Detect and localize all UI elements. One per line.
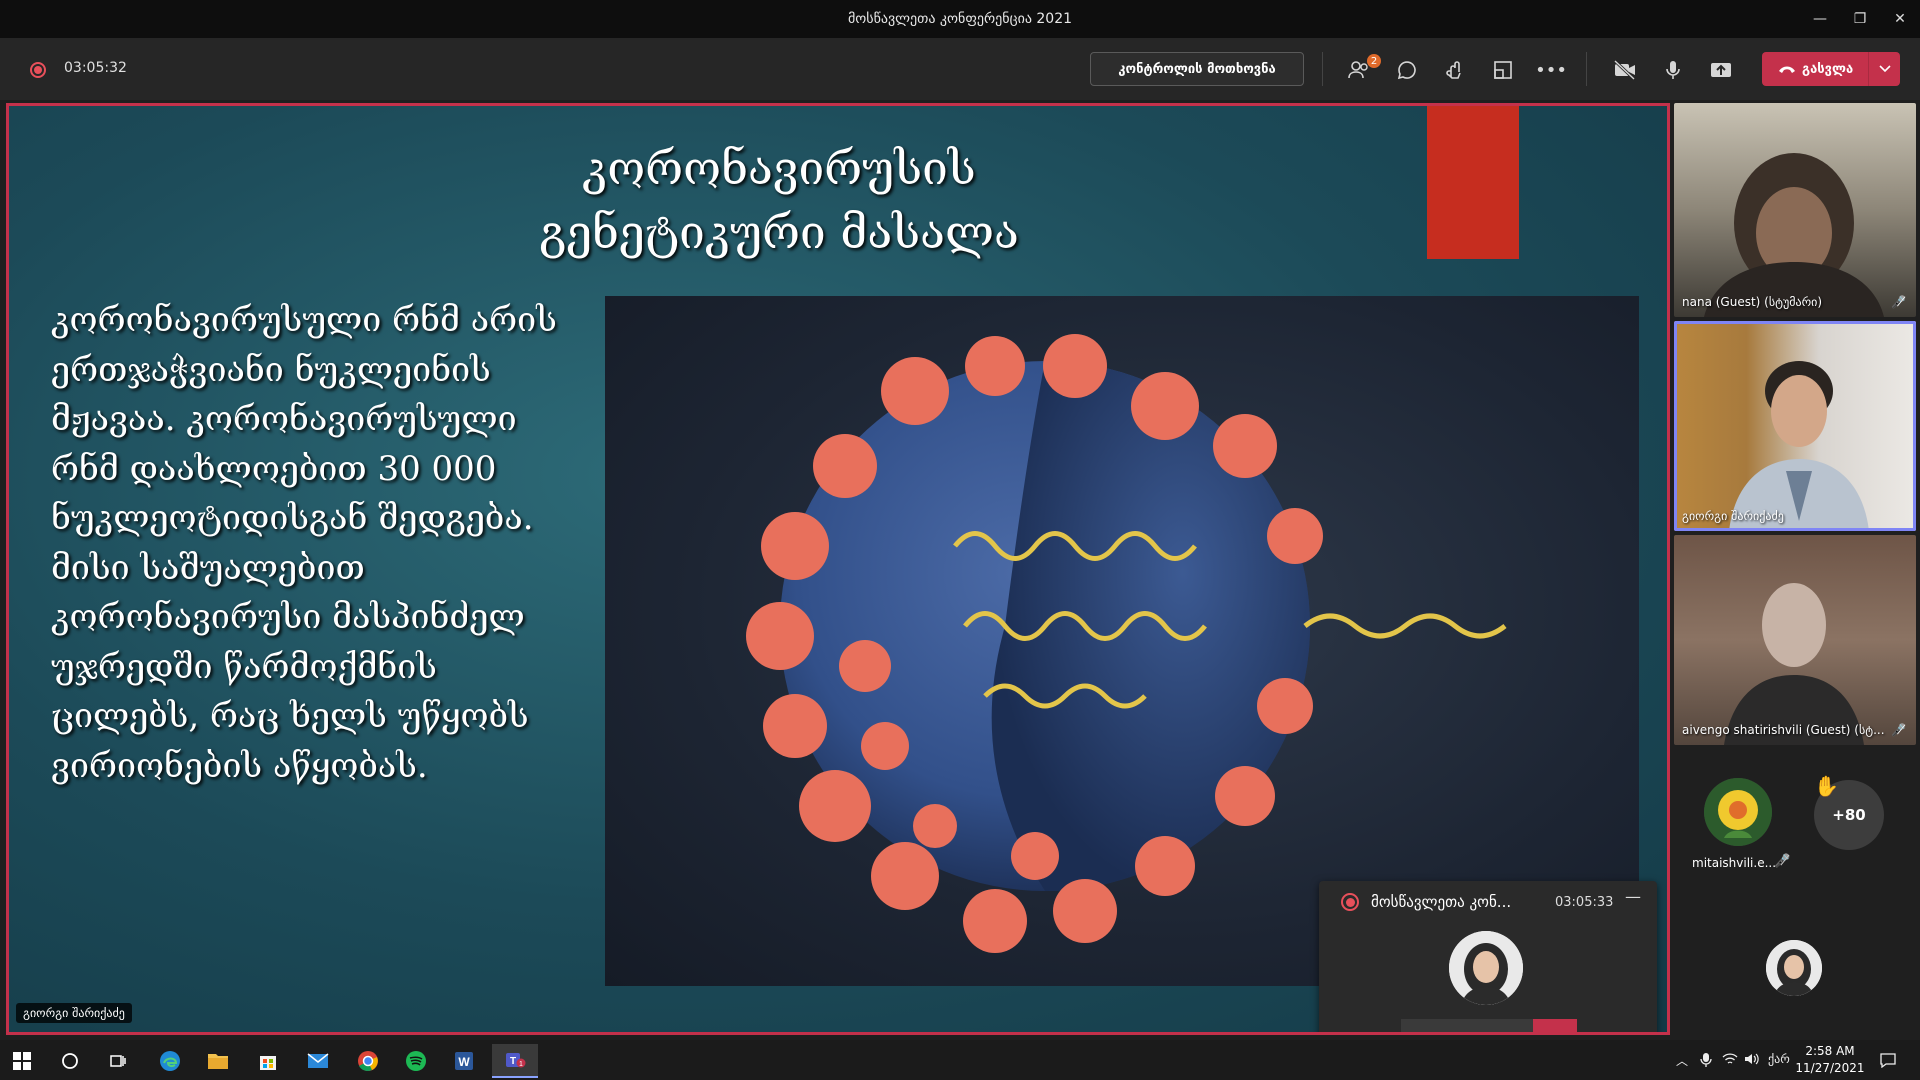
stop-sharing-icon[interactable] — [1489, 1019, 1533, 1032]
compact-meeting-window[interactable]: მოსწავლეთა კონ... 03:05:33 — — [1319, 881, 1657, 1032]
window-title-bar: მოსწავლეთა კონფერენცია 2021 — ❐ ✕ — [0, 0, 1920, 38]
spotify-icon[interactable] — [396, 1044, 436, 1078]
clock-date: 11/27/2021 — [1795, 1061, 1865, 1075]
store-icon[interactable] — [248, 1044, 288, 1078]
compact-controls — [1401, 1019, 1577, 1032]
participant-video — [1729, 361, 1869, 531]
recording-indicator-icon — [30, 62, 46, 78]
participants-badge: 2 — [1367, 54, 1381, 68]
file-explorer-icon[interactable] — [198, 1044, 238, 1078]
mic-muted-icon: 🎤̸ — [1774, 854, 1791, 869]
restore-icon[interactable]: ❐ — [1840, 0, 1880, 38]
slide-title-line-2: გენეტიკური მასალა — [539, 205, 1019, 259]
recording-indicator-icon — [1341, 893, 1359, 911]
clock-time: 2:58 AM — [1805, 1044, 1855, 1058]
hang-up-icon — [1772, 64, 1802, 74]
windows-start-icon[interactable] — [2, 1044, 42, 1078]
meeting-timer: 03:05:32 — [64, 60, 127, 76]
reactions-icon[interactable] — [1440, 55, 1470, 85]
compact-meeting-title: მოსწავლეთა კონ... — [1371, 893, 1512, 911]
wifi-icon[interactable] — [1722, 1052, 1738, 1069]
participant-video — [1724, 583, 1864, 745]
window-title: მოსწავლეთა კონფერენცია 2021 — [847, 11, 1073, 27]
svg-text:T: T — [510, 1056, 516, 1067]
search-icon[interactable] — [50, 1044, 90, 1078]
mic-muted-icon: 🎤̸ — [1891, 295, 1906, 309]
close-icon[interactable]: ✕ — [1880, 0, 1920, 38]
leave-label: გასვლა — [1802, 61, 1854, 77]
participant-name: nana (Guest) (სტუმარი) — [1682, 295, 1823, 309]
participant-video — [1704, 153, 1884, 317]
participant-overflow-row: mitaishvili.e... 🎤̸ +80 ✋ — [1674, 760, 1916, 900]
taskbar-clock[interactable]: 2:58 AM 11/27/2021 — [1790, 1043, 1870, 1077]
windows-taskbar — [0, 1040, 1920, 1080]
participant-name: mitaishvili.e... — [1692, 856, 1777, 870]
camera-off-icon[interactable] — [1610, 55, 1640, 85]
chrome-icon[interactable] — [348, 1044, 388, 1078]
task-view-icon[interactable] — [98, 1044, 138, 1078]
presenter-name-tag: გიორგი შარიქაძე — [16, 1003, 132, 1023]
compact-meeting-timer: 03:05:33 — [1555, 895, 1614, 910]
microphone-icon[interactable] — [1658, 55, 1688, 85]
svg-text:1: 1 — [519, 1061, 523, 1068]
more-options-icon[interactable]: ••• — [1535, 55, 1567, 85]
raised-hand-icon: ✋ — [1814, 774, 1839, 798]
rooms-icon[interactable] — [1488, 55, 1518, 85]
slide-body-text: კორონავირუსული რნმ არის ერთჯაჭვიანი ნუკლ… — [51, 300, 557, 786]
edge-icon[interactable] — [150, 1044, 190, 1078]
chevron-up-icon[interactable]: ︿ — [1676, 1052, 1688, 1069]
slide-title-line-1: კორონავირუსის — [582, 141, 976, 195]
camera-icon[interactable] — [1401, 1019, 1445, 1032]
language-indicator[interactable]: ქარ — [1768, 1052, 1790, 1066]
self-avatar[interactable] — [1766, 940, 1822, 996]
slide-accent-block — [1427, 106, 1519, 259]
svg-text:W: W — [458, 1055, 470, 1069]
volume-icon[interactable] — [1744, 1052, 1760, 1069]
notifications-icon[interactable] — [1880, 1052, 1896, 1071]
hang-up-icon[interactable] — [1533, 1019, 1577, 1032]
toolbar-divider — [1586, 52, 1587, 86]
toolbar-divider — [1322, 52, 1323, 86]
participant-name: გიორგი შარიქაძე — [1682, 509, 1784, 523]
share-screen-icon[interactable] — [1706, 55, 1736, 85]
mic-muted-icon: 🎤̸ — [1891, 723, 1906, 737]
minimize-icon[interactable]: — — [1625, 887, 1641, 906]
word-icon[interactable]: W — [444, 1044, 484, 1078]
participant-video-tile[interactable]: nana (Guest) (სტუმარი) 🎤̸ — [1674, 103, 1916, 317]
participant-video-tile[interactable]: aivengo shatirishvili (Guest) (სტ... 🎤̸ — [1674, 535, 1916, 745]
mail-icon[interactable] — [298, 1044, 338, 1078]
minimize-icon[interactable]: — — [1800, 0, 1840, 38]
teams-icon[interactable]: T1 — [492, 1044, 538, 1078]
chat-icon[interactable] — [1392, 55, 1422, 85]
window-controls: — ❐ ✕ — [1800, 0, 1920, 38]
leave-button[interactable]: გასვლა — [1762, 52, 1900, 86]
microphone-icon[interactable] — [1700, 1052, 1712, 1071]
slide-title: კორონავირუსის გენეტიკური მასალა — [489, 136, 1069, 264]
avatar[interactable] — [1704, 778, 1772, 846]
participant-video-tile[interactable]: გიორგი შარიქაძე — [1674, 321, 1916, 531]
presentation-slide: კორონავირუსის გენეტიკური მასალა კორონავი… — [9, 106, 1667, 1032]
request-control-button[interactable]: კონტროლის მოთხოვნა — [1090, 52, 1304, 86]
avatar — [1449, 931, 1523, 1005]
microphone-icon[interactable] — [1445, 1019, 1489, 1032]
chevron-down-icon[interactable] — [1868, 52, 1900, 86]
shared-content-stage: კორონავირუსის გენეტიკური მასალა კორონავი… — [6, 103, 1670, 1035]
participant-name: aivengo shatirishvili (Guest) (სტ... — [1682, 723, 1885, 737]
